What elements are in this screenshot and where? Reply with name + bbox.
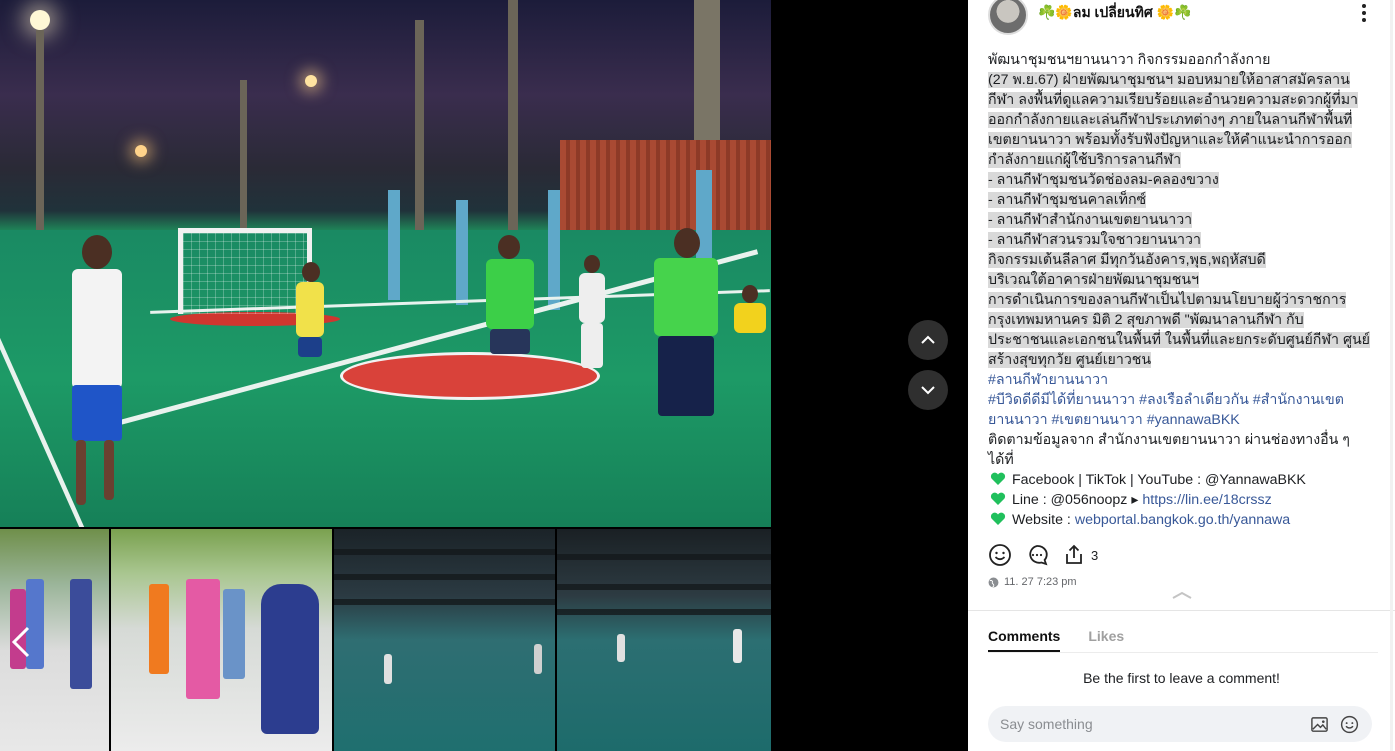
post-text-line: กิจกรรมเต้นลีลาศ มีทุกวันอังคาร,พุธ,พฤหั… [988,250,1378,270]
post-text-line: กรุงเทพมหานคร มิติ 2 สุขภาพดี "พัฒนาลานก… [988,310,1378,330]
main-photo[interactable] [0,0,771,527]
post-text-line-content: - ลานกีฬาชุมชนวัดช่องลม-คลองขวาง [988,172,1219,188]
post-header: ☘️🌼ลม เปลี่ยนทิศ 🌼☘️ [988,0,1191,36]
fence-post [548,190,560,310]
post-scroll-area[interactable]: ☘️🌼ลม เปลี่ยนทิศ 🌼☘️ พัฒนาชุมชนฯยานนาวา … [968,0,1395,610]
post-text: พัฒนาชุมชนฯยานนาวา กิจกรรมออกกำลังกาย (2… [988,50,1378,370]
tab-likes[interactable]: Likes [1088,628,1124,652]
post-text-line-content: กำลังกายแก่ผู้ใช้บริการลานกีฬา [988,152,1182,168]
smiley-icon[interactable] [988,543,1012,567]
hashtag-line[interactable]: ยานนาวา #เขตยานนาวา #yannawaBKK [988,410,1378,430]
post-timestamp: 11. 27 7:23 pm [988,576,1077,588]
more-vertical-icon[interactable] [1361,4,1367,24]
utility-pole [36,30,44,230]
player [480,235,540,395]
post-text-line: การดำเนินการของลานกีฬาเป็นไปตามนโยบายผู้… [988,290,1378,310]
image-icon[interactable] [1310,715,1329,734]
thumbnail-3[interactable] [334,529,555,751]
chevron-left-icon[interactable] [8,622,38,662]
follow-text: ได้ที่ [988,452,1014,468]
contact-social-text: Facebook | TikTok | YouTube : @YannawaBK… [1012,472,1306,488]
contact-website-text: Website : [1012,512,1075,528]
contact-social: Facebook | TikTok | YouTube : @YannawaBK… [988,470,1378,490]
post-text-line: สร้างสุขทุกวัย ศูนย์เยาวชน [988,350,1378,370]
avatar[interactable] [988,0,1028,35]
contact-line: Line : @056noopz ▸ https://lin.ee/18crss… [988,490,1378,510]
media-viewer [0,0,968,751]
comment-composer [988,706,1372,742]
post-text-line: - ลานกีฬาชุมชนวัดช่องลม-คลองขวาง [988,170,1378,190]
chevron-up-icon[interactable] [1170,590,1194,600]
post-text-line: - ลานกีฬาชุมชนคาลเท็กซ์ [988,190,1378,210]
post-text-line: กำลังกายแก่ผู้ใช้บริการลานกีฬา [988,150,1378,170]
tab-comments[interactable]: Comments [988,628,1061,652]
post-text-line-content: ประชาชนและเอกชนในพื้นที่ ในพื้นที่และยกร… [988,332,1370,348]
green-heart-icon [990,492,1006,505]
divider [968,610,1395,611]
scrollbar[interactable] [1390,0,1393,751]
post-panel: ☘️🌼ลม เปลี่ยนทิศ 🌼☘️ พัฒนาชุมชนฯยานนาวา … [968,0,1395,751]
player [640,228,730,423]
follow-text: ติดตามข้อมูลจาก สำนักงานเขตยานนาวา ผ่านช… [988,432,1350,448]
post-body: พัฒนาชุมชนฯยานนาวา กิจกรรมออกกำลังกาย (2… [988,50,1378,530]
player [60,235,140,515]
post-text-line: (27 พ.ย.67) ฝ่ายพัฒนาชุมชนฯ มอบหมายให้อา… [988,70,1378,90]
share-count: 3 [1091,547,1099,563]
post-text-line-content: ออกกำลังกายและเล่นกีฬาประเภทต่างๆ ภายในล… [988,112,1353,128]
timestamp-text: 11. 27 7:23 pm [1004,576,1077,588]
post-text-line: บริเวณใต้อาคารฝ่ายพัฒนาชุมชนฯ [988,270,1378,290]
post-text-line: - ลานกีฬาสวนรวมใจชาวยานนาวา [988,230,1378,250]
post-text-line-content: - ลานกีฬาสวนรวมใจชาวยานนาวา [988,232,1201,248]
street-light [135,145,147,157]
utility-pole [240,80,247,230]
line-link[interactable]: https://lin.ee/18crssz [1142,492,1271,508]
post-text-line-content: กิจกรรมเต้นลีลาศ มีทุกวันอังคาร,พุธ,พฤหั… [988,252,1266,268]
fence-post [388,190,400,300]
tabs-divider [988,652,1378,653]
post-text-line-content: เขตยานนาวา พร้อมทั้งรับฟังปัญหาและให้คำแ… [988,132,1352,148]
post-text-line-content: - ลานกีฬาชุมชนคาลเท็กซ์ [988,192,1147,208]
post-text-line: - ลานกีฬาสำนักงานเขตยานนาวา [988,210,1378,230]
smiley-icon[interactable] [1340,715,1359,734]
comment-input[interactable] [1000,706,1290,742]
post-text-line-content: - ลานกีฬาสำนักงานเขตยานนาวา [988,212,1193,228]
fence-post [456,200,468,305]
post-text-line-content: กีฬา ลงพื้นที่ดูแลความเรียบร้อยและอำนวยค… [988,92,1359,108]
center-circle [340,352,600,400]
globe-icon [988,577,999,587]
post-text-line: พัฒนาชุมชนฯยานนาวา กิจกรรมออกกำลังกาย [988,50,1378,70]
comment-tabs: Comments Likes [988,628,1152,652]
post-text-line-content: สร้างสุขทุกวัย ศูนย์เยาวชน [988,352,1152,368]
post-text-line-content: กรุงเทพมหานคร มิติ 2 สุขภาพดี "พัฒนาลานก… [988,312,1304,328]
post-text-line: กีฬา ลงพื้นที่ดูแลความเรียบร้อยและอำนวยค… [988,90,1378,110]
post-text-line-content: พัฒนาชุมชนฯยานนาวา กิจกรรมออกกำลังกาย [988,52,1271,68]
green-heart-icon [990,472,1006,485]
post-text-line: ประชาชนและเอกชนในพื้นที่ ในพื้นที่และยกร… [988,330,1378,350]
spectator [730,285,770,355]
website-link[interactable]: webportal.bangkok.go.th/yannawa [1075,512,1290,528]
post-text-line-content: การดำเนินการของลานกีฬาเป็นไปตามนโยบายผู้… [988,292,1347,308]
player [575,255,609,375]
street-light [30,10,50,30]
street-light [305,75,317,87]
thumbnail-4[interactable] [557,529,771,751]
post-text-line-content: (27 พ.ย.67) ฝ่ายพัฒนาชุมชนฯ มอบหมายให้อา… [988,72,1350,88]
post-text-line: เขตยานนาวา พร้อมทั้งรับฟังปัญหาและให้คำแ… [988,130,1378,150]
comment-bubble-icon[interactable] [1025,543,1049,567]
post-actions: 3 [988,543,1098,567]
chevron-up-icon[interactable] [908,320,948,360]
thumbnail-2[interactable] [111,529,332,751]
player [290,262,330,387]
post-text-line: ออกกำลังกายและเล่นกีฬาประเภทต่างๆ ภายในล… [988,110,1378,130]
post-text-line-content: บริเวณใต้อาคารฝ่ายพัฒนาชุมชนฯ [988,272,1200,288]
green-heart-icon [990,512,1006,525]
contact-website: Website : webportal.bangkok.go.th/yannaw… [988,510,1378,530]
contact-line-text: Line : @056noopz ▸ [1012,492,1143,508]
chevron-down-icon[interactable] [908,370,948,410]
hashtag-line[interactable]: #บีวิดดีดีมีได้ที่ยานนาวา #ลงเรือลำเดียว… [988,390,1378,410]
empty-comments-message: Be the first to leave a comment! [1083,670,1280,686]
hashtag-line[interactable]: #ลานกีฬายานนาวา [988,370,1378,390]
author-name[interactable]: ☘️🌼ลม เปลี่ยนทิศ 🌼☘️ [1038,2,1191,24]
share-icon[interactable] [1062,543,1086,567]
